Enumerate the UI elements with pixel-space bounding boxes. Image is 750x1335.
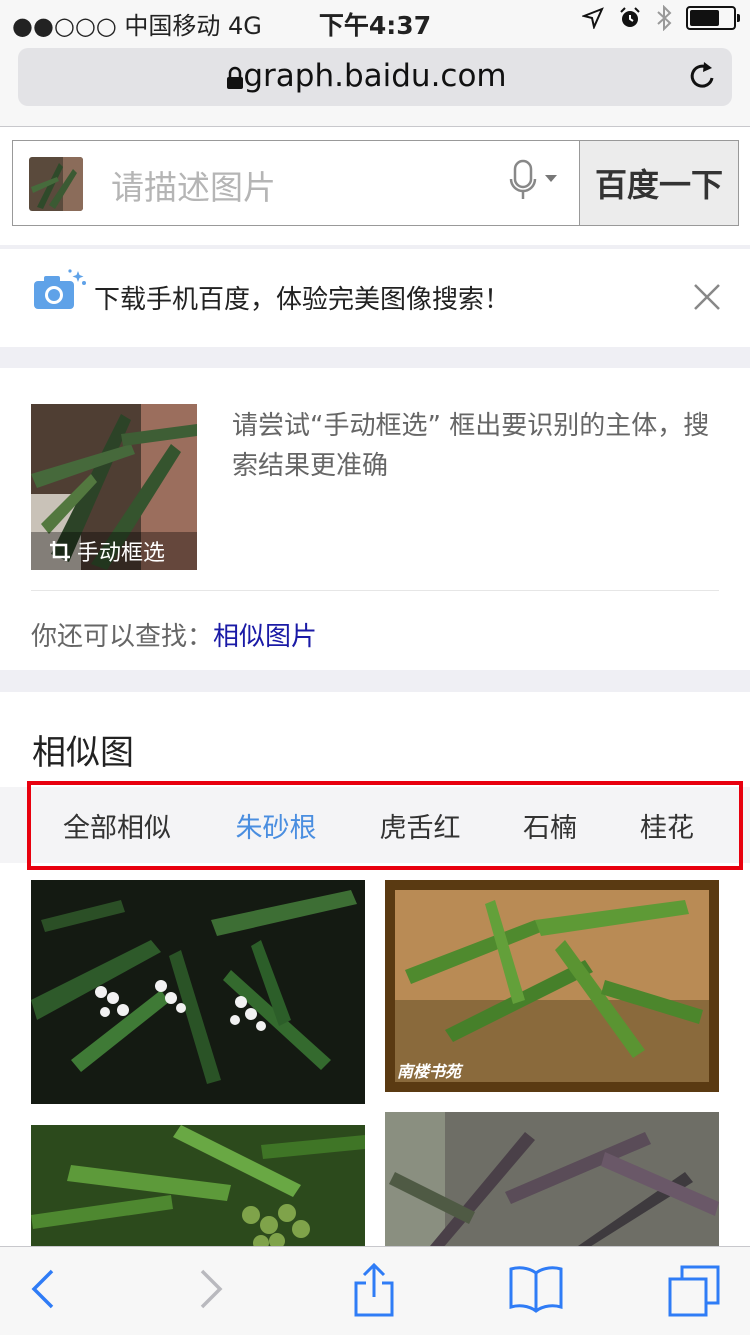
search-section: 请描述图片 百度一下 <box>0 127 750 245</box>
crop-icon <box>50 541 70 561</box>
alarm-icon <box>620 7 640 27</box>
browser-address-area: graph.baidu.com <box>0 40 750 127</box>
purple-leaf-photo <box>385 1112 719 1255</box>
white-flower-photo <box>31 880 365 1104</box>
query-image-thumbnail <box>29 157 83 211</box>
divider <box>31 590 719 591</box>
crop-tip: 请尝试“手动框选” 框出要识别的主体，搜索结果更准确 <box>232 411 710 481</box>
back-icon[interactable] <box>30 1267 56 1311</box>
bluetooth-icon <box>657 5 672 31</box>
also-find-label: 你还可以查找： <box>31 622 214 652</box>
microphone-icon[interactable] <box>509 159 573 203</box>
result-image[interactable] <box>385 1112 719 1255</box>
url-text: graph.baidu.com <box>243 58 507 94</box>
battery-icon <box>686 6 740 30</box>
tabs-icon[interactable] <box>668 1265 722 1319</box>
reload-icon[interactable] <box>688 60 718 92</box>
search-button[interactable]: 百度一下 <box>579 140 739 226</box>
bookmarks-icon[interactable] <box>508 1265 564 1313</box>
result-image[interactable] <box>31 1125 365 1255</box>
search-box[interactable]: 请描述图片 <box>12 140 580 226</box>
query-image[interactable]: 手动框选 <box>31 404 197 570</box>
banner-text: 下载手机百度，体验完美图像搜索！ <box>94 285 511 315</box>
search-placeholder: 请描述图片 <box>111 168 276 207</box>
image-watermark: 南楼书苑 <box>397 1062 462 1081</box>
browser-toolbar <box>0 1246 750 1335</box>
download-app-banner[interactable]: 下载手机百度，体验完美图像搜索！ <box>0 249 750 347</box>
forward-icon[interactable] <box>198 1267 224 1311</box>
share-icon[interactable] <box>352 1261 396 1317</box>
location-icon <box>582 7 604 29</box>
status-icons <box>582 5 740 31</box>
section-title: 相似图 <box>32 733 134 773</box>
result-image[interactable] <box>31 880 365 1104</box>
manual-crop-button[interactable]: 手动框选 <box>31 532 197 570</box>
similar-images-link[interactable]: 相似图片 <box>213 622 317 652</box>
address-bar[interactable]: graph.baidu.com <box>18 48 732 106</box>
camera-icon <box>34 269 86 309</box>
similar-images-section: 相似图 全部相似 朱砂根 虎舌红 石楠 桂花 南楼书苑 <box>0 692 750 1334</box>
close-icon[interactable] <box>692 282 722 312</box>
green-berry-photo <box>31 1125 365 1255</box>
highlight-box <box>27 781 743 870</box>
also-find-row: 你还可以查找：相似图片 <box>31 616 317 653</box>
result-image[interactable]: 南楼书苑 <box>385 880 719 1092</box>
crop-suggestion-card: 手动框选 请尝试“手动框选” 框出要识别的主体，搜索结果更准确 你还可以查找：相… <box>0 368 750 670</box>
crop-label: 手动框选 <box>77 541 166 566</box>
status-bar: ●●○○○ 中国移动 4G 下午4:37 <box>0 0 750 40</box>
